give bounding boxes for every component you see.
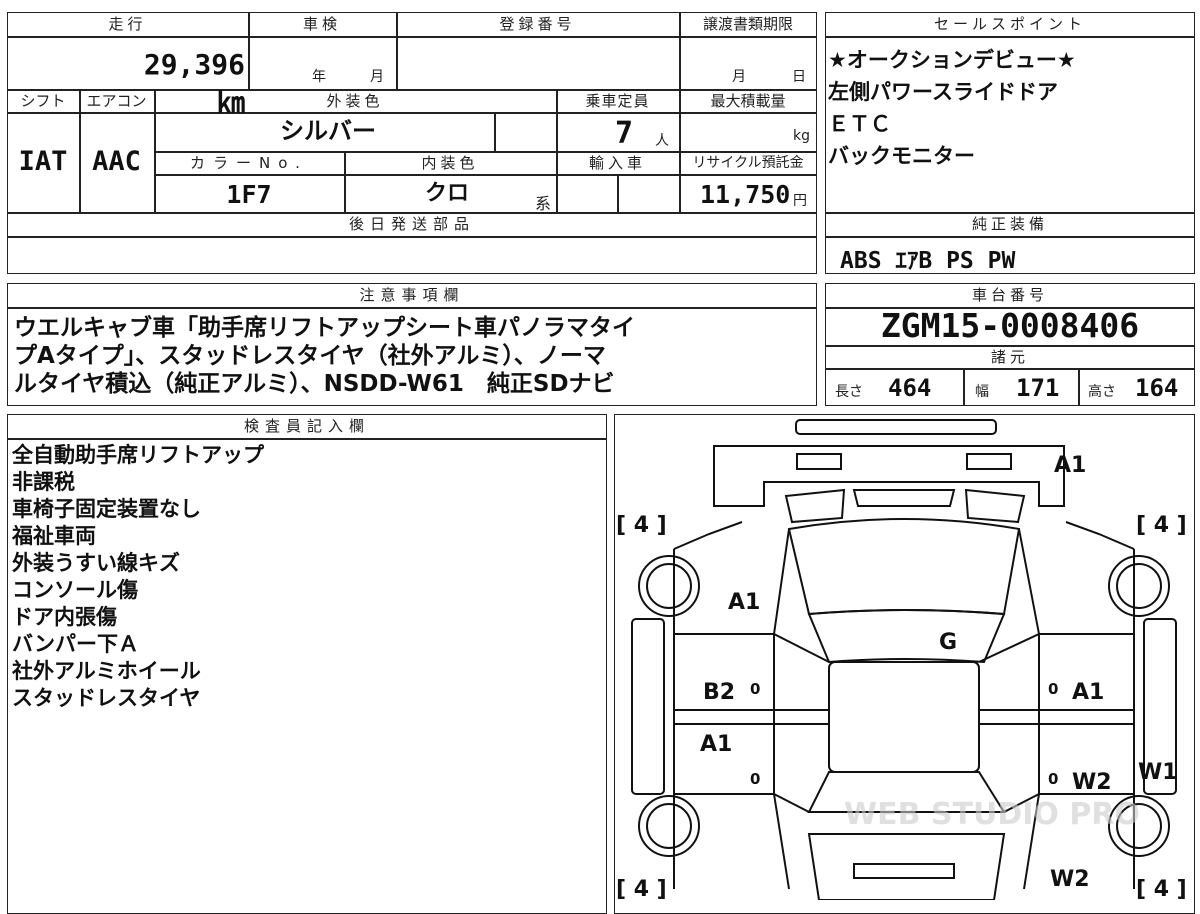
sales-point-item: 左側パワースライドドア — [828, 80, 1058, 104]
mileage-header: 走行 — [108, 15, 147, 33]
shift-header: シフト — [20, 92, 66, 110]
recycle-value: 11,750 — [700, 180, 791, 209]
registration-header: 登録番号 — [499, 15, 576, 33]
width-label: 幅 — [975, 384, 989, 400]
inspector-item: 全自動助手席リフトアップ — [12, 443, 264, 467]
specs-header: 諸元 — [990, 348, 1029, 366]
zero-mark: 0 — [1048, 680, 1058, 698]
tire-fr-label: [ 4 ] — [1136, 513, 1187, 538]
zero-mark: 0 — [750, 680, 760, 698]
inspector-item: 車椅子固定装置なし — [12, 497, 201, 521]
car-diagram: WEB STUDIO PRO [ 4 ] [ 4 ] [ 4 ] [ 4 ] A… — [616, 419, 1187, 900]
transfer-month: 月 — [732, 69, 746, 85]
load-unit: kg — [793, 128, 810, 144]
exterior-color-header: 外装色 — [326, 92, 384, 110]
inspector-item: ドア内張傷 — [12, 605, 117, 629]
interior-color-header: 内装色 — [421, 154, 479, 172]
notes-line: プAタイプ」、スタッドレスタイヤ（社外アルミ）、ノーマ — [14, 343, 606, 369]
chassis-number: ZGM15-0008406 — [880, 306, 1140, 345]
import-header: 輸入車 — [588, 154, 646, 172]
inspector-list: 全自動助手席リフトアップ 非課税 車椅子固定装置なし 福祉車両 外装うすい線キズ… — [12, 442, 602, 712]
inspector-item: 外装うすい線キズ — [12, 551, 180, 575]
inspection-month: 月 — [370, 69, 384, 85]
ac-value: AAC — [92, 146, 141, 177]
mark-roof: G — [939, 630, 957, 655]
length-value: 464 — [888, 374, 932, 402]
inspection-year: 年 — [312, 69, 326, 85]
notes-lines: ウエルキャブ車「助手席リフトアップシート車パノラマタイ プAタイプ」、スタッドレ… — [14, 314, 814, 398]
recycle-unit: 円 — [793, 193, 807, 209]
mark-right-rear-door: W2 — [1072, 770, 1112, 795]
interior-color-suffix: 系 — [535, 194, 552, 213]
inspector-item: 非課税 — [12, 470, 75, 494]
color-no-value: 1F7 — [226, 180, 272, 209]
transfer-doc-header: 譲渡書類期限 — [702, 15, 793, 33]
mark-right-front-door: A1 — [1072, 680, 1104, 705]
interior-color-value: クロ — [425, 181, 470, 206]
mark-left-front-door: B2 — [703, 680, 735, 705]
exterior-color-value: シルバー — [280, 117, 376, 145]
color-no-header: カラーNo. — [190, 154, 308, 172]
height-label: 高さ — [1088, 384, 1116, 400]
mark-hood-left: A1 — [728, 590, 760, 615]
capacity-unit: 人 — [655, 133, 669, 149]
genuine-equipment-header: 純正装備 — [971, 215, 1048, 233]
inspector-item: スタッドレスタイヤ — [12, 686, 201, 710]
inspection-header: 車検 — [302, 15, 341, 33]
sales-point-item: バックモニター — [828, 144, 975, 168]
sales-point-item: ★オークションデビュー★ — [828, 48, 1076, 72]
zero-mark: 0 — [750, 770, 760, 788]
sales-point-item: ＥＴＣ — [828, 112, 891, 136]
mark-front-bumper: A1 — [1054, 453, 1086, 478]
tire-rr-label: [ 4 ] — [1136, 877, 1187, 900]
chassis-header: 車台番号 — [971, 286, 1048, 304]
inspector-item: 福祉車両 — [12, 524, 96, 548]
tire-rl-label: [ 4 ] — [616, 877, 667, 900]
notes-line: ウエルキャブ車「助手席リフトアップシート車パノラマタイ — [14, 315, 635, 341]
mark-rear-right: W2 — [1050, 867, 1090, 892]
tire-fl-label: [ 4 ] — [616, 513, 667, 538]
width-value: 171 — [1016, 374, 1060, 402]
sales-points-list: ★オークションデビュー★ 左側パワースライドドア ＥＴＣ バックモニター — [828, 44, 1193, 172]
inspector-item: バンパー下Ａ — [12, 632, 140, 656]
shift-value: IAT — [18, 146, 68, 177]
inspector-item: 社外アルミホイール — [12, 659, 201, 683]
recycle-header: リサイクル預託金 — [692, 155, 804, 171]
watermark: WEB STUDIO PRO — [844, 797, 1140, 832]
ac-header: エアコン — [86, 92, 147, 110]
sales-points-header: セールスポイント — [933, 15, 1086, 33]
inspector-item: コンソール傷 — [12, 578, 138, 602]
notes-header: 注意事項欄 — [359, 286, 465, 304]
zero-mark: 0 — [1048, 770, 1058, 788]
length-label: 長さ — [835, 384, 863, 400]
inspector-header: 検査員記入欄 — [243, 417, 370, 435]
notes-line: ルタイヤ積込（純正アルミ）、NSDD-W61 純正SDナビ — [14, 371, 615, 397]
capacity-header: 乗車定員 — [585, 92, 650, 110]
capacity-value: 7 — [615, 116, 634, 151]
later-parts-header: 後日発送部品 — [348, 215, 475, 233]
mark-right-quarter: W1 — [1138, 760, 1178, 785]
height-value: 164 — [1135, 374, 1179, 402]
transfer-day: 日 — [792, 69, 806, 85]
genuine-equipment-value: ABS ｴｱB PS PW — [840, 248, 1016, 274]
max-load-header: 最大積載量 — [710, 92, 786, 110]
mark-left-rear-door: A1 — [700, 732, 732, 757]
